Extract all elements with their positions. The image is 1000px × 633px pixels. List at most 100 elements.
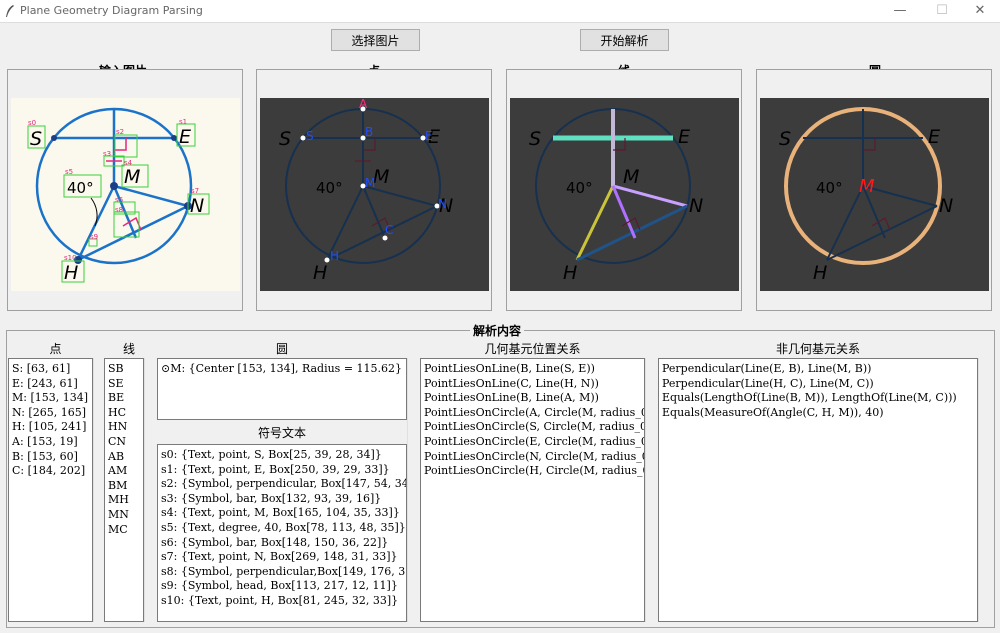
svg-text:40°: 40° xyxy=(316,179,343,197)
list-item[interactable]: HN xyxy=(108,420,143,435)
svg-text:E: E xyxy=(425,129,433,143)
svg-text:M: M xyxy=(373,166,389,188)
list-item[interactable]: s6: {Symbol, bar, Box[148, 150, 36, 22]} xyxy=(161,536,406,551)
circles-listbox[interactable]: ⊙M: {Center [153, 134], Radius = 115.62} xyxy=(157,358,407,420)
list-item[interactable]: s7: {Text, point, N, Box[269, 148, 31, 3… xyxy=(161,550,406,565)
list-item[interactable]: BE xyxy=(108,391,143,406)
svg-text:H: H xyxy=(563,262,577,284)
svg-text:s9: s9 xyxy=(90,233,98,241)
list-item[interactable]: PointLiesOnCircle(H, Circle(M, radius_0_… xyxy=(424,464,644,479)
list-item[interactable]: C: [184, 202] xyxy=(12,464,92,479)
select-image-button[interactable]: 选择图片 xyxy=(331,29,420,51)
list-item[interactable]: MC xyxy=(108,523,143,538)
svg-text:S: S xyxy=(306,129,314,143)
symbols-listbox[interactable]: s0: {Text, point, S, Box[25, 39, 28, 34]… xyxy=(157,444,407,622)
list-item[interactable]: SE xyxy=(108,377,143,392)
list-item[interactable]: Equals(MeasureOf(Angle(C, H, M)), 40) xyxy=(662,406,977,421)
list-item[interactable]: Equals(LengthOf(Line(B, M)), LengthOf(Li… xyxy=(662,391,977,406)
list-item[interactable]: Perpendicular(Line(E, B), Line(M, B)) xyxy=(662,362,977,377)
geo-relations-listbox[interactable]: PointLiesOnLine(B, Line(S, E)) PointLies… xyxy=(420,358,645,622)
svg-text:M: M xyxy=(124,166,140,188)
results-title: 解析内容 xyxy=(470,322,525,339)
list-item[interactable]: s4: {Text, point, M, Box[165, 104, 35, 3… xyxy=(161,506,406,521)
nongeo-relations-listbox[interactable]: Perpendicular(Line(E, B), Line(M, B)) Pe… xyxy=(658,358,978,622)
list-item[interactable]: ⊙M: {Center [153, 134], Radius = 115.62} xyxy=(161,362,406,377)
list-item[interactable]: PointLiesOnCircle(S, Circle(M, radius_0_… xyxy=(424,420,644,435)
svg-text:s10: s10 xyxy=(64,254,77,262)
list-item[interactable]: PointLiesOnLine(B, Line(S, E)) xyxy=(424,362,644,377)
lines-listbox[interactable]: SB SE BE HC HN CN AB AM BM MH MN MC xyxy=(104,358,144,622)
geo-relations-scrollbar[interactable] xyxy=(645,358,654,622)
geo-relations-label: 几何基元位置关系 xyxy=(484,342,581,356)
list-item[interactable]: M: [153, 134] xyxy=(12,391,92,406)
window-title: Plane Geometry Diagram Parsing xyxy=(20,4,203,17)
app-feather-icon xyxy=(6,5,14,17)
svg-text:40°: 40° xyxy=(566,179,593,197)
list-item[interactable]: B: [153, 60] xyxy=(12,450,92,465)
svg-text:H: H xyxy=(313,262,327,284)
list-item[interactable]: s8: {Symbol, perpendicular,Box[149, 176,… xyxy=(161,565,406,580)
list-item[interactable]: s3: {Symbol, bar, Box[132, 93, 39, 16]} xyxy=(161,492,406,507)
list-item[interactable]: PointLiesOnCircle(E, Circle(M, radius_0_… xyxy=(424,435,644,450)
svg-text:40°: 40° xyxy=(816,179,843,197)
svg-text:E: E xyxy=(179,126,191,148)
svg-text:S: S xyxy=(529,128,541,150)
list-item[interactable]: MN xyxy=(108,508,143,523)
points-listbox[interactable]: S: [63, 61] E: [243, 61] M: [153, 134] N… xyxy=(8,358,93,622)
svg-text:N: N xyxy=(438,197,447,211)
list-item[interactable]: s0: {Text, point, S, Box[25, 39, 28, 34]… xyxy=(161,448,406,463)
list-item[interactable]: CN xyxy=(108,435,143,450)
circles-image: S E N H M 40° xyxy=(760,98,989,291)
svg-text:N: N xyxy=(689,195,703,217)
svg-text:B: B xyxy=(365,125,373,139)
list-item[interactable]: PointLiesOnCircle(N, Circle(M, radius_0_… xyxy=(424,450,644,465)
list-item[interactable]: s9: {Symbol, head, Box[113, 217, 12, 11]… xyxy=(161,579,406,594)
circles-scrollbar[interactable] xyxy=(407,358,416,622)
svg-text:E: E xyxy=(678,126,690,148)
svg-text:s0: s0 xyxy=(28,119,36,127)
list-item[interactable]: PointLiesOnCircle(A, Circle(M, radius_0_… xyxy=(424,406,644,421)
svg-text:S: S xyxy=(30,128,42,150)
list-item[interactable]: A: [153, 19] xyxy=(12,435,92,450)
list-item[interactable]: N: [265, 165] xyxy=(12,406,92,421)
list-item[interactable]: BM xyxy=(108,479,143,494)
list-item[interactable]: H: [105, 241] xyxy=(12,420,92,435)
list-item[interactable]: s10: {Text, point, H, Box[81, 245, 32, 3… xyxy=(161,594,406,609)
lines-image: S E M N H 40° xyxy=(510,98,739,291)
minimize-icon[interactable]: — xyxy=(880,2,920,20)
list-item[interactable]: SB xyxy=(108,362,143,377)
points-list-label: 点 xyxy=(49,342,62,356)
nongeo-relations-label: 非几何基元关系 xyxy=(775,342,860,356)
close-icon[interactable]: ✕ xyxy=(960,2,1000,20)
list-item[interactable]: E: [243, 61] xyxy=(12,377,92,392)
points-scrollbar[interactable] xyxy=(93,358,102,622)
svg-text:E: E xyxy=(928,126,940,148)
points-image: SE MN H 40° A B S E M N H C xyxy=(260,98,489,291)
list-item[interactable]: AB xyxy=(108,450,143,465)
list-item[interactable]: s1: {Text, point, E, Box[250, 39, 29, 33… xyxy=(161,463,406,478)
list-item[interactable]: MH xyxy=(108,493,143,508)
list-item[interactable]: Perpendicular(Line(H, C), Line(M, C)) xyxy=(662,377,977,392)
svg-text:H: H xyxy=(813,262,827,284)
svg-text:M: M xyxy=(623,166,639,188)
list-item[interactable]: s5: {Text, degree, 40, Box[78, 113, 48, … xyxy=(161,521,406,536)
list-item[interactable]: PointLiesOnLine(B, Line(A, M)) xyxy=(424,391,644,406)
svg-text:S: S xyxy=(779,128,791,150)
svg-text:s7: s7 xyxy=(191,187,199,195)
nongeo-relations-scrollbar[interactable] xyxy=(978,358,987,622)
list-item[interactable]: AM xyxy=(108,464,143,479)
maximize-icon[interactable]: ☐ xyxy=(922,2,962,20)
list-item[interactable]: S: [63, 61] xyxy=(12,362,92,377)
symbols-list-label: 符号文本 xyxy=(257,426,306,440)
svg-text:M: M xyxy=(365,176,375,190)
lines-list-label: 线 xyxy=(122,342,135,356)
start-parse-button[interactable]: 开始解析 xyxy=(580,29,669,51)
lines-scrollbar[interactable] xyxy=(144,358,153,622)
list-item[interactable]: HC xyxy=(108,406,143,421)
input-image-panel: S E M N H 40° s0 s1 s2 s3 s4 s5 s6 s7 s8… xyxy=(7,69,243,311)
svg-text:s3: s3 xyxy=(103,150,111,158)
list-item[interactable]: PointLiesOnLine(C, Line(H, N)) xyxy=(424,377,644,392)
svg-text:H: H xyxy=(330,249,339,263)
list-item[interactable]: s2: {Symbol, perpendicular, Box[147, 54,… xyxy=(161,477,406,492)
svg-text:A: A xyxy=(359,98,368,111)
